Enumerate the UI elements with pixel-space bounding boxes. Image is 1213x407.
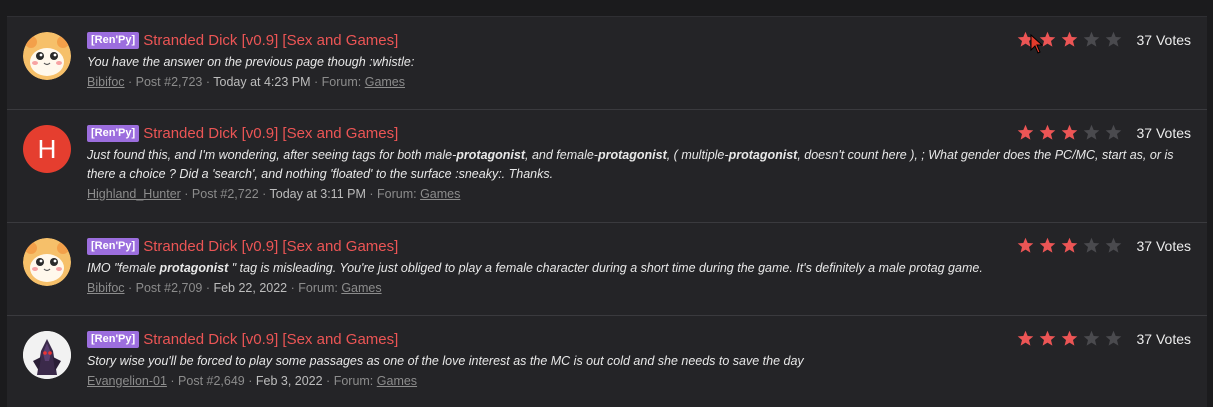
post-time: Feb 22, 2022 [213,281,288,295]
thread-title-link[interactable]: Stranded Dick [v0.9] [Sex and Games] [143,331,398,348]
forum-link[interactable]: Games [341,281,381,295]
search-results-list: [Ren'Py] Stranded Dick [v0.9] [Sex and G… [7,16,1207,407]
snippet-text: " tag is misleading. You're just obliged… [228,261,983,275]
prefix-tag[interactable]: [Ren'Py] [87,31,140,49]
result-row: [Ren'Py] Stranded Dick [v0.9] [Sex and G… [7,17,1207,110]
snippet-text: IMO "female [87,261,160,275]
post-number: Post #2,723 [135,75,203,89]
post-meta: Evangelion-01 · Post #2,649 · Feb 3, 202… [87,374,418,388]
avatar[interactable]: H [23,125,71,173]
result-row: [Ren'Py] Stranded Dick [v0.9] [Sex and G… [7,316,1207,407]
star-icon[interactable] [1105,31,1122,48]
star-icon[interactable] [1061,124,1078,141]
avatar[interactable] [23,331,71,379]
thread-title-link[interactable]: Stranded Dick [v0.9] [Sex and Games] [143,238,398,255]
post-time: Today at 3:11 PM [269,187,366,201]
forum-link[interactable]: Games [377,374,417,388]
avatar[interactable] [23,32,71,80]
thread-rating: 37 Votes [1017,330,1192,347]
forum-label: Forum: [321,75,362,89]
star-icon[interactable] [1061,330,1078,347]
avatar-letter: H [37,133,57,164]
post-meta: Bibifoc · Post #2,709 · Feb 22, 2022 · F… [87,281,382,295]
prefix-tag[interactable]: [Ren'Py] [87,124,140,142]
votes-count: 37 Votes [1136,237,1192,254]
votes-count: 37 Votes [1136,31,1192,48]
post-number: Post #2,722 [191,187,259,201]
post-snippet[interactable]: Story wise you'll be forced to play some… [87,352,1177,371]
hamster-avatar-icon [23,238,71,286]
hamster-avatar-icon [23,32,71,80]
snippet-highlight: protagonist [597,148,667,162]
author-link[interactable]: Bibifoc [87,281,125,295]
post-meta: Highland_Hunter · Post #2,722 · Today at… [87,187,461,201]
star-icon[interactable] [1083,237,1100,254]
thread-rating: 37 Votes [1017,124,1192,141]
snippet-highlight: protagonist [159,261,229,275]
star-icon[interactable] [1105,330,1122,347]
snippet-text: , ( multiple- [666,148,729,162]
star-icon[interactable] [1061,31,1078,48]
votes-count: 37 Votes [1136,124,1192,141]
post-time: Feb 3, 2022 [255,374,323,388]
result-row: [Ren'Py] Stranded Dick [v0.9] [Sex and G… [7,223,1207,316]
post-meta: Bibifoc · Post #2,723 · Today at 4:23 PM… [87,75,406,89]
votes-count: 37 Votes [1136,330,1192,347]
star-icon[interactable] [1105,124,1122,141]
post-number: Post #2,649 [178,374,245,388]
star-icon[interactable] [1061,237,1078,254]
forum-label: Forum: [333,374,374,388]
result-row: H [Ren'Py] Stranded Dick [v0.9] [Sex and… [7,110,1207,223]
prefix-tag[interactable]: [Ren'Py] [87,330,140,348]
star-rating [1017,237,1127,254]
star-icon[interactable] [1083,330,1100,347]
star-icon[interactable] [1039,124,1056,141]
star-icon[interactable] [1017,330,1034,347]
star-rating [1017,330,1127,347]
mecha-avatar-icon [23,331,71,379]
star-rating [1017,124,1127,141]
mouse-cursor-icon [1030,34,1044,54]
star-icon[interactable] [1083,31,1100,48]
forum-label: Forum: [298,281,338,295]
thread-title-link[interactable]: Stranded Dick [v0.9] [Sex and Games] [143,32,398,49]
post-number: Post #2,709 [135,281,203,295]
snippet-text: , and female- [525,148,598,162]
snippet-text: Just found this, and I'm wondering, afte… [87,148,457,162]
post-time: Today at 4:23 PM [213,75,311,89]
star-icon[interactable] [1039,237,1056,254]
forum-label: Forum: [377,187,417,201]
prefix-tag[interactable]: [Ren'Py] [87,237,140,255]
post-snippet[interactable]: Just found this, and I'm wondering, afte… [87,146,1177,184]
snippet-highlight: protagonist [456,148,526,162]
avatar[interactable] [23,238,71,286]
forum-link[interactable]: Games [420,187,460,201]
star-icon[interactable] [1017,124,1034,141]
star-icon[interactable] [1017,237,1034,254]
author-link[interactable]: Highland_Hunter [87,187,181,201]
star-icon[interactable] [1083,124,1100,141]
author-link[interactable]: Evangelion-01 [87,374,167,388]
thread-title-link[interactable]: Stranded Dick [v0.9] [Sex and Games] [143,125,398,142]
post-snippet[interactable]: IMO "female protagonist " tag is mislead… [87,259,1177,278]
star-icon[interactable] [1105,237,1122,254]
forum-link[interactable]: Games [365,75,405,89]
post-snippet[interactable]: You have the answer on the previous page… [87,53,1177,72]
thread-rating: 37 Votes [1017,237,1192,254]
star-icon[interactable] [1039,330,1056,347]
snippet-highlight: protagonist [728,148,798,162]
author-link[interactable]: Bibifoc [87,75,125,89]
